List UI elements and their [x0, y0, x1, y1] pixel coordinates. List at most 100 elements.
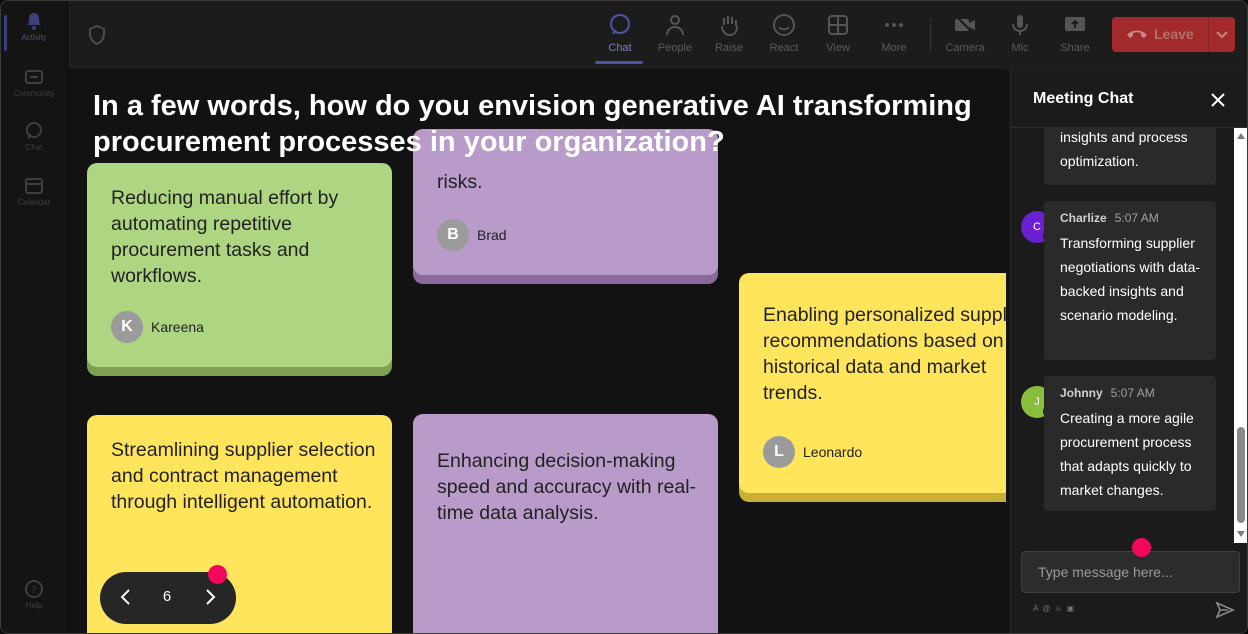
- note-author: K Kareena: [111, 311, 204, 343]
- note-card[interactable]: Reducing manual effort by automating rep…: [87, 163, 392, 367]
- calendar-icon: [25, 178, 43, 194]
- leave-button[interactable]: Leave: [1112, 17, 1235, 52]
- share-button[interactable]: Share: [1052, 13, 1098, 54]
- people-button[interactable]: People: [652, 13, 698, 54]
- message-time: 5:07 AM: [1114, 211, 1159, 225]
- rail-label: Calendar: [17, 198, 51, 207]
- chat-header: Meeting Chat: [1011, 69, 1247, 128]
- scroll-thumb[interactable]: [1237, 427, 1245, 523]
- camera-off-icon: [955, 15, 975, 35]
- chevron-down-icon[interactable]: [1215, 28, 1229, 42]
- pointer-marker: [208, 565, 227, 584]
- people-button-label: People: [657, 42, 693, 54]
- more-button-label: More: [881, 42, 907, 54]
- author-name: Kareena: [151, 319, 204, 335]
- message-time: 5:07 AM: [1110, 386, 1155, 400]
- chat-scrollbar[interactable]: [1234, 127, 1247, 543]
- note-author: L Leonardo: [763, 436, 862, 468]
- react-button[interactable]: React: [761, 13, 807, 54]
- sender-name: Johnny: [1060, 386, 1103, 400]
- rail-item-activity[interactable]: Activity: [1, 11, 67, 51]
- mic-icon: [1012, 15, 1028, 35]
- format-icon[interactable]: A: [1033, 604, 1042, 613]
- avatar: B: [437, 219, 469, 251]
- scroll-down-arrow[interactable]: [1237, 531, 1245, 537]
- message-input[interactable]: Type message here...: [1021, 551, 1240, 593]
- more-button[interactable]: More: [871, 13, 917, 54]
- hand-icon: [721, 16, 738, 37]
- note-author: B Brad: [437, 219, 507, 251]
- grid-view-icon: [828, 15, 848, 35]
- send-icon[interactable]: [1215, 600, 1235, 620]
- author-name: Leonardo: [803, 444, 863, 460]
- react-button-label: React: [769, 42, 799, 54]
- chat-icon: [26, 122, 42, 139]
- rail-item-calendar[interactable]: Calendar: [1, 176, 67, 207]
- scroll-up-arrow[interactable]: [1237, 133, 1245, 139]
- attach-icon[interactable]: @: [1042, 604, 1054, 613]
- emoji-icon[interactable]: ☺: [1054, 604, 1066, 613]
- chat-message: Johnny 5:07 AM Creating a more agile proc…: [1044, 376, 1216, 511]
- raise-hand-label: Raise: [714, 42, 744, 54]
- rail-item-help[interactable]: ? Help: [1, 579, 67, 610]
- rail-item-chat[interactable]: Chat: [1, 121, 67, 152]
- mic-button-label: Mic: [1011, 42, 1029, 54]
- share-button-label: Share: [1060, 42, 1090, 54]
- note-card[interactable]: Enabling personalized supplier recommend…: [739, 273, 1006, 493]
- note-text: risks.: [437, 171, 483, 193]
- raise-hand-button[interactable]: Raise: [706, 13, 752, 54]
- rail-item-community[interactable]: Community: [1, 67, 67, 98]
- chat-message: insights and process optimization.: [1044, 127, 1216, 185]
- chat-button-label: Chat: [608, 42, 632, 54]
- gif-icon[interactable]: ▣: [1067, 604, 1079, 613]
- avatar-initial: C: [1033, 221, 1041, 233]
- rail-label: Community: [13, 89, 55, 98]
- note-text: Enabling personalized supplier recommend…: [763, 304, 1006, 404]
- camera-button-label: Camera: [945, 42, 985, 54]
- author-name: Brad: [477, 227, 507, 243]
- page-number: 6: [162, 588, 172, 605]
- close-icon[interactable]: [1209, 91, 1227, 109]
- community-icon: [25, 70, 43, 84]
- bell-icon: [27, 13, 41, 30]
- chevron-right-icon[interactable]: [199, 586, 221, 608]
- question-title: In a few words, how do you envision gene…: [93, 90, 972, 158]
- note-card[interactable]: Enhancing decision-making speed and accu…: [413, 414, 718, 633]
- chat-bubble-icon: [610, 14, 630, 35]
- note-text: Enhancing decision-making speed and accu…: [437, 450, 697, 524]
- message-body: Creating a more agile procurement proces…: [1060, 410, 1194, 498]
- message-body: Transforming supplier negotiations with …: [1060, 235, 1201, 323]
- shield-icon[interactable]: [88, 25, 106, 45]
- note-text: Streamlining supplier selection and cont…: [111, 439, 376, 513]
- chat-title: Meeting Chat: [1033, 90, 1134, 107]
- smiley-icon: [773, 14, 795, 36]
- share-screen-icon: [1065, 17, 1085, 31]
- leave-divider: [1208, 17, 1209, 52]
- meeting-window: Activity Community Chat Calendar ? Help …: [0, 0, 1248, 634]
- view-button[interactable]: View: [815, 13, 861, 54]
- message-meta: Johnny 5:07 AM: [1060, 386, 1155, 400]
- pointer-marker: [1132, 538, 1151, 557]
- rail-label: Help: [25, 601, 43, 610]
- mic-button[interactable]: Mic: [997, 13, 1043, 54]
- more-dots-icon: [885, 23, 903, 27]
- avatar: K: [111, 311, 143, 343]
- view-button-label: View: [826, 42, 850, 54]
- format-toolbar: A@☺▣: [1033, 604, 1078, 613]
- hang-up-icon: [1127, 30, 1147, 38]
- people-icon: [666, 15, 684, 36]
- rail-label: Chat: [25, 143, 43, 152]
- message-body: insights and process optimization.: [1060, 129, 1188, 169]
- app-rail: Activity Community Chat Calendar ? Help: [1, 1, 68, 633]
- message-placeholder: Type message here...: [1038, 564, 1173, 580]
- chevron-left-icon[interactable]: [115, 586, 137, 608]
- message-meta: Charlize 5:07 AM: [1060, 211, 1159, 225]
- meeting-chat-panel: Meeting Chat insights and process optimi…: [1010, 69, 1247, 633]
- camera-button[interactable]: Camera: [942, 13, 988, 54]
- chat-messages: insights and process optimization. C Cha…: [1011, 127, 1233, 543]
- chat-button[interactable]: Chat: [595, 13, 643, 64]
- rail-label: Activity: [21, 33, 47, 42]
- svg-text:?: ?: [31, 585, 36, 596]
- sender-name: Charlize: [1060, 211, 1107, 225]
- whiteboard-stage: Reducing manual effort by automating rep…: [68, 69, 1006, 633]
